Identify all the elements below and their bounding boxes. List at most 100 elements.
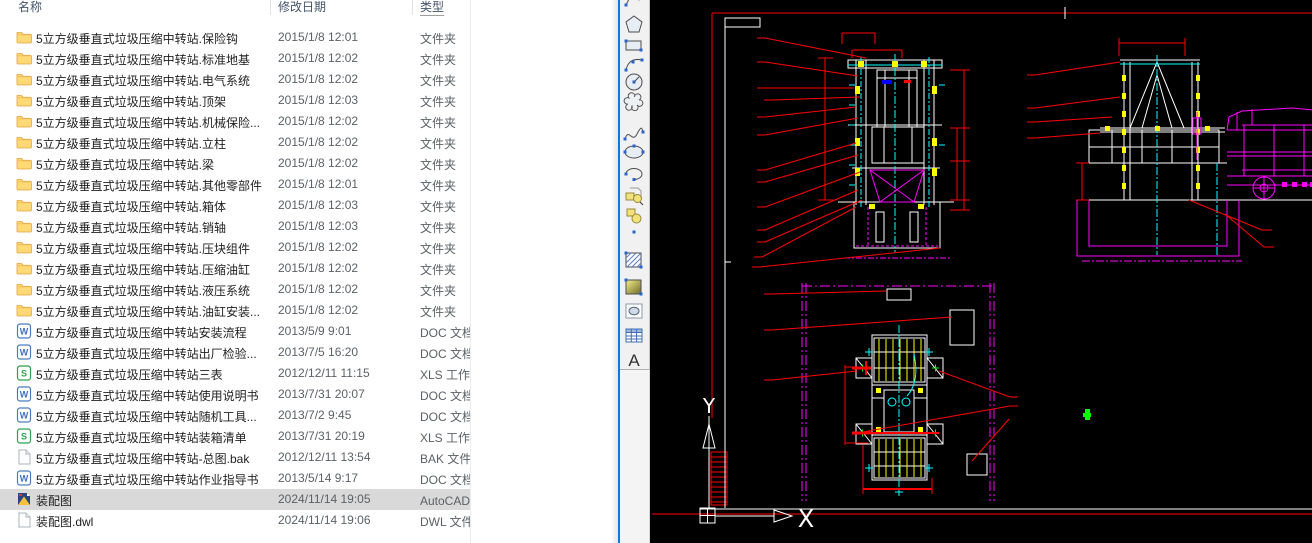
file-row[interactable]: 5立方级垂直式垃圾压缩中转站.油缸安装... 2015/1/8 12:02 文件…	[0, 300, 618, 321]
doc-icon: W	[16, 407, 32, 423]
file-date-modified: 2015/1/8 12:02	[278, 240, 410, 254]
ellipse-icon[interactable]	[622, 141, 646, 163]
file-row[interactable]: 5立方级垂直式垃圾压缩中转站-总图.bak 2012/12/11 13:54 B…	[0, 447, 618, 468]
side-view-dimensions	[1027, 38, 1274, 247]
column-header-date-modified[interactable]: 修改日期	[278, 0, 326, 15]
file-date-modified: 2015/1/8 12:02	[278, 261, 410, 275]
file-date-modified: 2013/7/5 16:20	[278, 345, 410, 359]
folder-icon	[16, 176, 32, 192]
multiline-text-icon[interactable]: A	[622, 349, 646, 370]
doc-icon: W	[16, 323, 32, 339]
file-list: 5立方级垂直式垃圾压缩中转站.保险钩 2015/1/8 12:01 文件夹 5立…	[0, 27, 618, 531]
file-row[interactable]: 5立方级垂直式垃圾压缩中转站.箱体 2015/1/8 12:03 文件夹	[0, 195, 618, 216]
folder-icon	[16, 260, 32, 276]
file-name: 5立方级垂直式垃圾压缩中转站.电气系统	[36, 72, 268, 89]
file-date-modified: 2015/1/8 12:02	[278, 303, 410, 317]
file-row[interactable]: W 5立方级垂直式垃圾压缩中转站安装流程 2013/5/9 9:01 DOC 文…	[0, 321, 618, 342]
file-name: 装配图	[36, 492, 268, 509]
file-date-modified: 2015/1/8 12:01	[278, 177, 410, 191]
file-row[interactable]: 装配图.dwl 2024/11/14 19:06 DWL 文件	[0, 510, 618, 531]
file-date-modified: 2024/11/14 19:06	[278, 513, 410, 527]
file-row[interactable]: 5立方级垂直式垃圾压缩中转站.顶架 2015/1/8 12:03 文件夹	[0, 90, 618, 111]
svg-text:W: W	[20, 474, 29, 484]
file-type: DOC 文档	[420, 408, 470, 425]
file-type: AutoCAD 图形	[420, 492, 470, 509]
column-header-name[interactable]: 名称	[18, 0, 42, 15]
file-date-modified: 2013/7/31 20:07	[278, 387, 410, 401]
file-row[interactable]: 5立方级垂直式垃圾压缩中转站.立柱 2015/1/8 12:02 文件夹	[0, 132, 618, 153]
polygon-icon[interactable]	[622, 13, 646, 35]
toolbar-dock-strip	[620, 370, 650, 543]
table-icon[interactable]	[622, 324, 646, 346]
file-icon	[16, 449, 32, 465]
plan-view-boundary	[802, 283, 994, 501]
file-row[interactable]: 5立方级垂直式垃圾压缩中转站.保险钩 2015/1/8 12:01 文件夹	[0, 27, 618, 48]
file-row[interactable]: W 5立方级垂直式垃圾压缩中转站作业指导书 2013/5/14 9:17 DOC…	[0, 468, 618, 489]
file-row[interactable]: 5立方级垂直式垃圾压缩中转站.销轴 2015/1/8 12:03 文件夹	[0, 216, 618, 237]
point-icon[interactable]	[622, 221, 646, 243]
column-header-type[interactable]: 类型	[420, 0, 444, 15]
file-row[interactable]: 5立方级垂直式垃圾压缩中转站.标准地基 2015/1/8 12:02 文件夹	[0, 48, 618, 69]
file-date-modified: 2013/7/31 20:19	[278, 429, 410, 443]
gradient-icon[interactable]	[622, 276, 646, 298]
svg-text:S: S	[21, 432, 27, 442]
region-icon[interactable]	[622, 300, 646, 322]
hatch-icon[interactable]	[622, 249, 646, 271]
svg-text:W: W	[20, 390, 29, 400]
polyline-icon[interactable]	[622, 0, 646, 9]
file-date-modified: 2015/1/8 12:02	[278, 282, 410, 296]
file-date-modified: 2012/12/11 13:54	[278, 450, 410, 464]
file-row[interactable]: 5立方级垂直式垃圾压缩中转站.其他零部件 2015/1/8 12:01 文件夹	[0, 174, 618, 195]
column-separator[interactable]	[412, 0, 413, 15]
cad-canvas[interactable]: Y X	[652, 0, 1312, 543]
file-date-modified: 2015/1/8 12:02	[278, 51, 410, 65]
column-separator[interactable]	[270, 0, 271, 15]
file-date-modified: 2015/1/8 12:03	[278, 198, 410, 212]
folder-icon	[16, 71, 32, 87]
file-type: DOC 文档	[420, 471, 470, 488]
file-row[interactable]: W 5立方级垂直式垃圾压缩中转站随机工具... 2013/7/2 9:45 DO…	[0, 405, 618, 426]
ucs-icon: Y X	[700, 394, 814, 533]
ellipse-arc-icon[interactable]	[622, 163, 646, 185]
file-name: 5立方级垂直式垃圾压缩中转站.其他零部件	[36, 177, 268, 194]
folder-icon	[16, 155, 32, 171]
file-row[interactable]: 5立方级垂直式垃圾压缩中转站.机械保险... 2015/1/8 12:02 文件…	[0, 111, 618, 132]
svg-text:W: W	[20, 411, 29, 421]
ucs-y-label: Y	[702, 394, 716, 418]
doc-icon: W	[16, 470, 32, 486]
file-name: 5立方级垂直式垃圾压缩中转站.立柱	[36, 135, 268, 152]
file-date-modified: 2015/1/8 12:03	[278, 219, 410, 233]
insert-block-icon[interactable]	[622, 184, 646, 206]
file-row[interactable]: 5立方级垂直式垃圾压缩中转站.电气系统 2015/1/8 12:02 文件夹	[0, 69, 618, 90]
xls-icon: S	[16, 428, 32, 444]
file-row[interactable]: W 5立方级垂直式垃圾压缩中转站出厂检验... 2013/7/5 16:20 D…	[0, 342, 618, 363]
file-type: 文件夹	[420, 114, 470, 131]
file-name: 5立方级垂直式垃圾压缩中转站.液压系统	[36, 282, 268, 299]
file-row[interactable]: S 5立方级垂直式垃圾压缩中转站三表 2012/12/11 11:15 XLS …	[0, 363, 618, 384]
file-type: 文件夹	[420, 135, 470, 152]
file-row[interactable]: 5立方级垂直式垃圾压缩中转站.压块组件 2015/1/8 12:02 文件夹	[0, 237, 618, 258]
file-row[interactable]: 装配图 2024/11/14 19:05 AutoCAD 图形	[0, 489, 618, 510]
file-date-modified: 2024/11/14 19:05	[278, 492, 410, 506]
garbage-truck	[1227, 108, 1312, 199]
file-type: 文件夹	[420, 156, 470, 173]
file-type: 文件夹	[420, 261, 470, 278]
file-name: 5立方级垂直式垃圾压缩中转站安装流程	[36, 324, 268, 341]
file-type: DOC 文档	[420, 387, 470, 404]
file-explorer: 名称 修改日期 类型 5立方级垂直式垃圾压缩中转站.保险钩 2015/1/8 1…	[0, 0, 618, 543]
file-row[interactable]: 5立方级垂直式垃圾压缩中转站.液压系统 2015/1/8 12:02 文件夹	[0, 279, 618, 300]
dwg-icon	[16, 491, 32, 507]
file-row[interactable]: 5立方级垂直式垃圾压缩中转站.梁 2015/1/8 12:02 文件夹	[0, 153, 618, 174]
file-type: 文件夹	[420, 93, 470, 110]
revision-cloud-icon[interactable]	[622, 90, 646, 112]
file-row[interactable]: W 5立方级垂直式垃圾压缩中转站使用说明书 2013/7/31 20:07 DO…	[0, 384, 618, 405]
file-name: 5立方级垂直式垃圾压缩中转站.压块组件	[36, 240, 268, 257]
file-row[interactable]: 5立方级垂直式垃圾压缩中转站.压缩油缸 2015/1/8 12:02 文件夹	[0, 258, 618, 279]
file-date-modified: 2015/1/8 12:02	[278, 156, 410, 170]
file-row[interactable]: S 5立方级垂直式垃圾压缩中转站装箱清单 2013/7/31 20:19 XLS…	[0, 426, 618, 447]
file-name: 装配图.dwl	[36, 513, 268, 530]
folder-icon	[16, 92, 32, 108]
file-date-modified: 2015/1/8 12:03	[278, 93, 410, 107]
file-name: 5立方级垂直式垃圾压缩中转站出厂检验...	[36, 345, 268, 362]
folder-icon	[16, 218, 32, 234]
